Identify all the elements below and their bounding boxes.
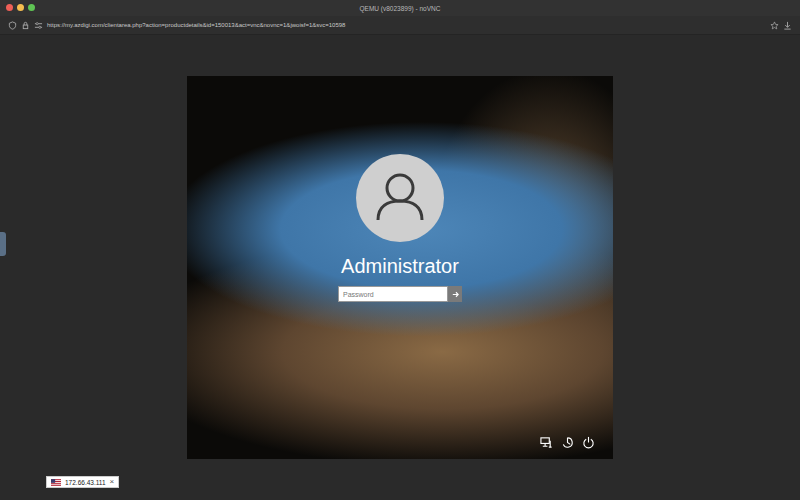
password-row (338, 286, 462, 302)
user-name: Administrator (341, 254, 459, 278)
address-bar: https://my.azdigi.com/clientarea.php?act… (0, 16, 800, 35)
star-icon[interactable] (770, 21, 779, 30)
user-icon (356, 154, 444, 242)
lock-icon[interactable] (21, 21, 30, 30)
vnc-viewport: Administrator 172.66.43.111 × (0, 35, 800, 500)
remote-screen[interactable]: Administrator (187, 76, 613, 459)
power-icon[interactable] (582, 436, 595, 449)
title-bar: QEMU (v8023899) - noVNC (0, 0, 800, 16)
network-icon[interactable] (540, 436, 553, 449)
browser-window: QEMU (v8023899) - noVNC https://my.azdig… (0, 0, 800, 500)
permissions-icon[interactable] (34, 21, 43, 30)
shield-icon[interactable] (8, 21, 17, 30)
window-controls (6, 4, 35, 11)
url-field[interactable]: https://my.azdigi.com/clientarea.php?act… (47, 22, 766, 28)
arrow-icon (451, 290, 460, 299)
window-title: QEMU (v8023899) - noVNC (360, 5, 441, 12)
close-badge-button[interactable]: × (110, 478, 115, 486)
user-avatar (356, 154, 444, 242)
system-tray (540, 436, 601, 449)
ip-badge: 172.66.43.111 × (46, 476, 119, 488)
control-bar-handle[interactable] (0, 232, 6, 256)
submit-button[interactable] (448, 286, 462, 302)
ip-address: 172.66.43.111 (65, 479, 106, 486)
ease-of-access-icon[interactable] (561, 436, 574, 449)
download-icon[interactable] (783, 21, 792, 30)
password-field[interactable] (338, 286, 448, 302)
zoom-icon[interactable] (28, 4, 35, 11)
minimize-icon[interactable] (17, 4, 24, 11)
close-icon[interactable] (6, 4, 13, 11)
us-flag-icon (51, 479, 61, 486)
login-panel: Administrator (187, 76, 613, 459)
